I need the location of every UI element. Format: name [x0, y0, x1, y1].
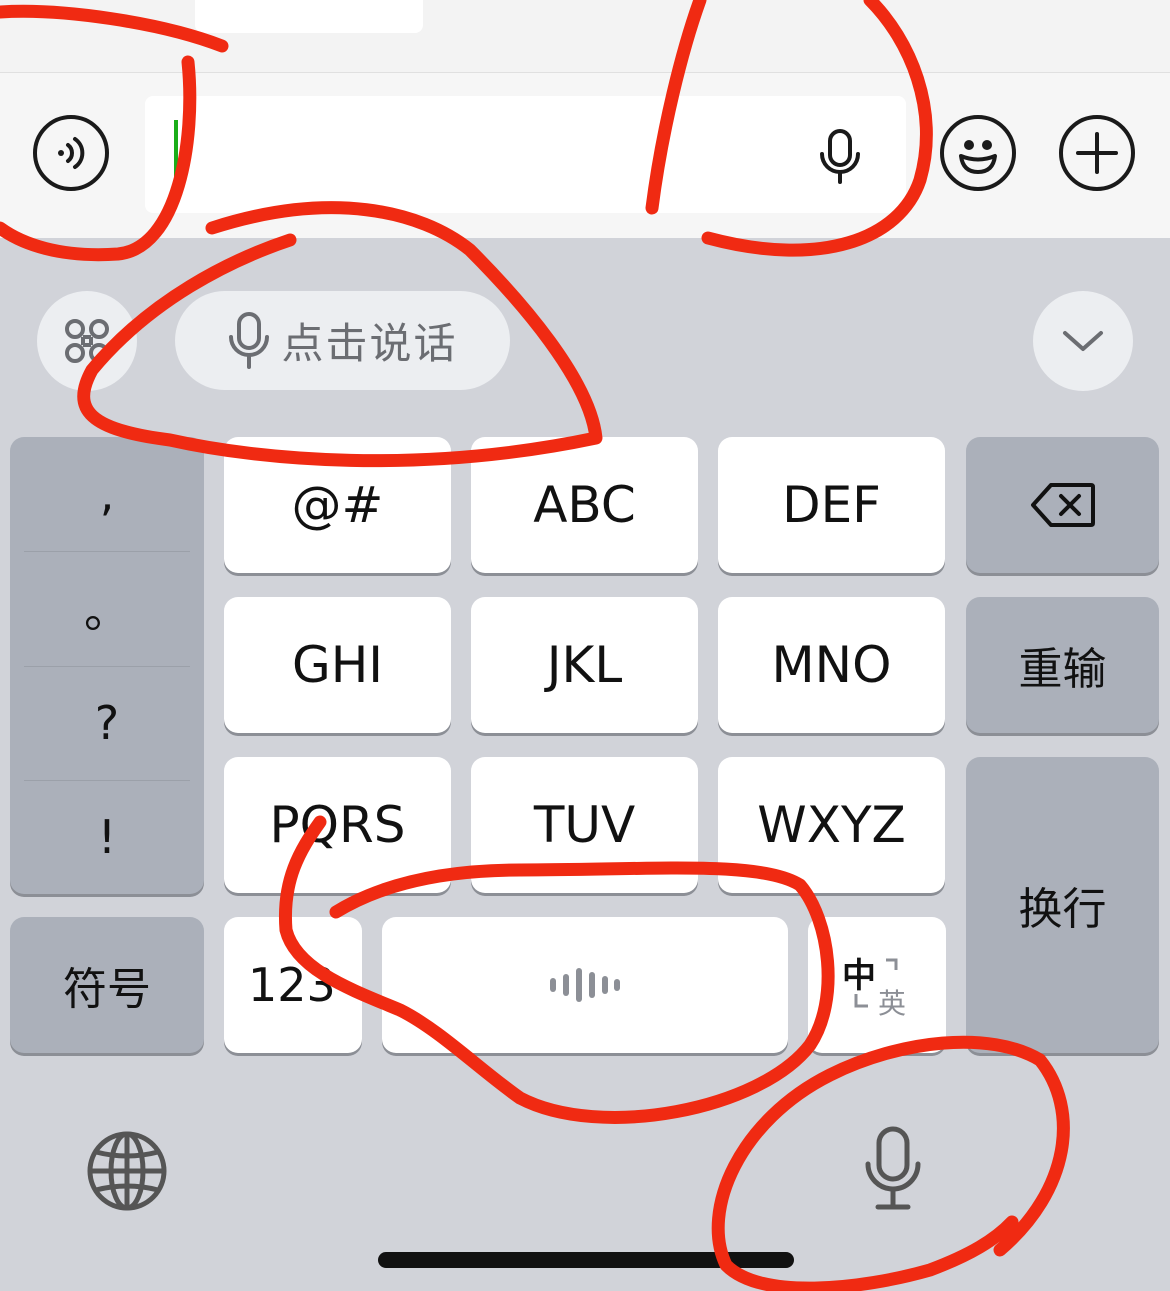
microphone-icon [865, 1126, 921, 1210]
key-tuv[interactable]: TUV [471, 757, 698, 893]
return-key[interactable]: 换行 [966, 757, 1159, 1053]
command-grid-icon [65, 319, 109, 363]
key-pqrs[interactable]: PQRS [224, 757, 451, 893]
more-button[interactable] [1059, 115, 1135, 191]
dictation-button[interactable] [864, 1126, 922, 1217]
input-mic-button[interactable] [818, 128, 862, 191]
retype-key[interactable]: 重输 [966, 597, 1159, 733]
key-wxyz[interactable]: WXYZ [718, 757, 945, 893]
voice-waveform-icon [550, 968, 620, 1002]
backspace-icon [1030, 483, 1095, 527]
space-key[interactable] [382, 917, 788, 1053]
punct-key-period[interactable]: 。 [10, 551, 204, 665]
home-indicator [378, 1252, 794, 1268]
emoji-icon [959, 140, 997, 174]
key-ghi[interactable]: GHI [224, 597, 451, 733]
key-abc[interactable]: ABC [471, 437, 698, 573]
message-bubble-fragment [195, 0, 423, 33]
text-caret [174, 120, 178, 182]
punct-key-comma[interactable]: , [10, 437, 204, 551]
voice-mode-button[interactable] [33, 115, 109, 191]
microphone-icon [820, 129, 860, 184]
chat-area-strip [0, 0, 1170, 72]
backspace-key[interactable] [966, 437, 1159, 573]
plus-icon [1076, 132, 1118, 174]
globe-icon [87, 1131, 167, 1211]
key-def[interactable]: DEF [718, 437, 945, 573]
collapse-keyboard-button[interactable] [1033, 291, 1133, 391]
emoji-button[interactable] [940, 115, 1016, 191]
symbol-key[interactable]: 符号 [10, 917, 204, 1053]
numbers-key[interactable]: 123 [224, 917, 362, 1053]
key-jkl[interactable]: JKL [471, 597, 698, 733]
key-mno[interactable]: MNO [718, 597, 945, 733]
swap-arrows-icon [854, 958, 898, 1008]
key-symbols[interactable]: @# [224, 437, 451, 573]
language-switch-glyph: 中 英 [842, 950, 912, 1020]
punctuation-column: , 。 ? ! [10, 437, 204, 894]
punct-key-exclamation[interactable]: ! [10, 780, 204, 894]
microphone-icon [229, 311, 270, 369]
voice-mode-icon [58, 137, 85, 169]
keyboard-menu-button[interactable] [37, 291, 137, 391]
message-input[interactable] [145, 96, 906, 213]
punct-key-question[interactable]: ? [10, 666, 204, 780]
chevron-down-icon [1063, 331, 1103, 351]
globe-button[interactable] [86, 1130, 168, 1217]
language-switch-key[interactable]: 中 英 [808, 917, 946, 1053]
press-to-speak-label: 点击说话 [281, 319, 458, 368]
press-to-speak-button[interactable]: 点击说话 [175, 291, 510, 390]
